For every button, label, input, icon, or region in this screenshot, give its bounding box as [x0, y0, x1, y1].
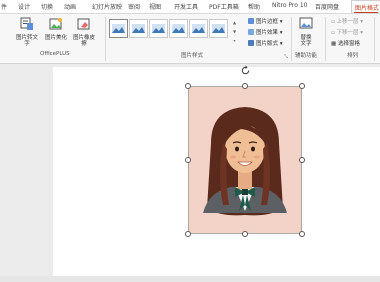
picture-border-icon	[248, 18, 254, 24]
group-divider	[325, 17, 326, 61]
picture-style-preview-icon	[152, 24, 165, 33]
picture-style-thumbnail-4[interactable]	[169, 19, 188, 38]
picture-beautify-icon	[49, 18, 62, 30]
selection-pane-label: 选择窗格	[337, 41, 360, 47]
picture-style-thumbnail-3[interactable]	[149, 19, 168, 38]
tab-animations[interactable]: 动画	[64, 2, 76, 11]
woman-portrait-illustration	[203, 107, 287, 216]
arrange-group-label: 排列	[347, 53, 359, 59]
tab-nitro-pro[interactable]: Nitro Pro 10	[272, 2, 307, 9]
picture-border-label: 图片边框	[256, 19, 279, 25]
picture-beautify-button[interactable]: 图片美化	[44, 16, 68, 48]
picture-style-thumbnail-6[interactable]	[209, 19, 228, 38]
picture-styles-group-label: 图片样式	[181, 53, 204, 59]
resize-handle-bottom-left[interactable]	[185, 231, 191, 237]
resize-handle-top-left[interactable]	[185, 83, 191, 89]
picture-layout-command[interactable]: 图片版式 ▾	[248, 39, 283, 48]
picture-eraser-button[interactable]: 图片橡皮擦	[72, 16, 96, 48]
resize-handle-top[interactable]	[242, 83, 248, 89]
resize-handle-left[interactable]	[185, 157, 191, 163]
gallery-up-icon[interactable]: ▲	[231, 18, 238, 27]
picture-style-thumbnail-5[interactable]	[189, 19, 208, 38]
accessibility-group-label: 辅助功能	[295, 53, 318, 59]
tab-view[interactable]: 视图	[149, 2, 161, 11]
tab-pdf-toolbox[interactable]: PDF工具箱	[209, 2, 239, 11]
picture-border-command[interactable]: 图片边框 ▾	[248, 17, 283, 26]
picture-style-thumbnail-1[interactable]	[109, 19, 128, 38]
alt-text-label-line2: 文字	[300, 41, 312, 47]
alt-text-button[interactable]: 替换 文字	[293, 16, 319, 48]
picture-style-preview-icon	[172, 24, 185, 33]
tab-developer[interactable]: 开发工具	[174, 2, 198, 11]
bring-forward-command[interactable]: ▫ 上移一层 ▾	[331, 17, 363, 25]
tab-help[interactable]: 帮助	[248, 2, 260, 11]
picture-style-thumbnail-2[interactable]	[129, 19, 148, 38]
picture-style-preview-icon	[192, 24, 205, 33]
resize-handle-right[interactable]	[299, 157, 305, 163]
gallery-scroll[interactable]: ▲ ▼ ▾	[231, 18, 238, 45]
picture-to-text-icon	[20, 17, 33, 30]
selected-picture[interactable]	[188, 86, 302, 234]
picture-effects-label: 图片效果	[256, 30, 279, 36]
resize-handle-bottom-right[interactable]	[299, 231, 305, 237]
selection-pane-command[interactable]: ▦ 选择窗格	[331, 39, 360, 47]
picture-layout-icon	[248, 40, 254, 46]
picture-to-text-label: 图片转文字	[15, 35, 38, 47]
rotate-handle-icon[interactable]	[240, 65, 251, 76]
picture-style-preview-icon	[112, 24, 125, 33]
alt-text-icon	[299, 17, 313, 29]
tab-baidu-netdisk[interactable]: 百度网盘	[315, 2, 339, 11]
group-divider	[374, 17, 375, 61]
picture-style-preview-icon	[212, 24, 225, 33]
picture-eraser-label: 图片橡皮擦	[72, 35, 95, 47]
officeplus-group-label: OfficePLUS	[40, 51, 70, 57]
picture-layout-label: 图片版式	[256, 41, 279, 47]
picture-eraser-icon	[77, 18, 90, 30]
ribbon-tab-bar: 件 设计 切换 动画 幻灯片放映 审阅 视图 开发工具 PDF工具箱 帮助 Ni…	[0, 0, 380, 14]
send-backward-command[interactable]: ▫ 下移一层 ▾	[331, 28, 363, 36]
picture-effects-icon	[248, 29, 254, 35]
picture-style-preview-icon	[132, 24, 145, 33]
status-bar	[0, 276, 380, 282]
picture-beautify-label: 图片美化	[44, 35, 67, 41]
tab-slideshow[interactable]: 幻灯片放映	[92, 2, 122, 11]
tab-transitions[interactable]: 切换	[41, 2, 53, 11]
group-divider	[105, 17, 106, 61]
gallery-more-icon[interactable]: ▾	[231, 36, 238, 45]
resize-handle-bottom[interactable]	[242, 231, 248, 237]
tab-file[interactable]: 件	[1, 2, 7, 11]
tab-review[interactable]: 审阅	[128, 2, 140, 11]
dialog-launcher-icon[interactable]: ⤡	[284, 54, 288, 60]
send-backward-label: 下移一层	[336, 30, 359, 36]
ribbon: 图片转文字 图片美化 图片橡皮擦 OfficePLUS ▲ ▼ ▾ 图片边框 ▾…	[0, 13, 380, 64]
resize-handle-top-right[interactable]	[299, 83, 305, 89]
picture-effects-command[interactable]: 图片效果 ▾	[248, 28, 283, 37]
picture-to-text-button[interactable]: 图片转文字	[15, 16, 39, 48]
tab-design[interactable]: 设计	[18, 2, 30, 11]
group-divider	[291, 17, 292, 61]
bring-forward-label: 上移一层	[336, 19, 359, 25]
gallery-down-icon[interactable]: ▼	[231, 27, 238, 36]
